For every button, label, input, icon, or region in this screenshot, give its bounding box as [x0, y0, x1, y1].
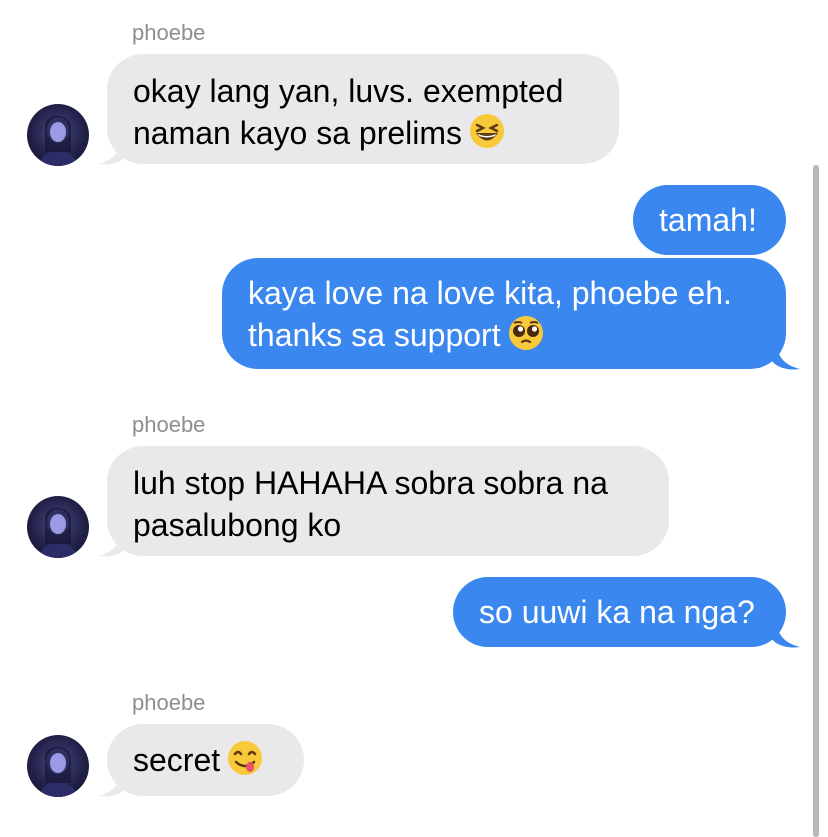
- message-bubble-outgoing[interactable]: tamah!: [633, 185, 786, 255]
- avatar[interactable]: [27, 496, 89, 558]
- message-bubble-incoming[interactable]: secret: [107, 724, 304, 796]
- message-text: so uuwi ka na nga?: [479, 594, 755, 630]
- message-text: kaya love na love kita, phoebe eh.: [248, 275, 732, 311]
- scrollbar[interactable]: [813, 165, 819, 837]
- avatar-photo-icon: [39, 746, 77, 797]
- message-text: naman kayo sa prelims: [133, 112, 593, 154]
- sender-label: phoebe: [132, 690, 206, 715]
- face-savoring-food-icon: [228, 741, 263, 775]
- message-text: luh stop HAHAHA sobra sobra na: [133, 465, 608, 501]
- bubble-tail: [98, 530, 126, 557]
- message-text: okay lang yan, luvs. exempted: [133, 73, 564, 109]
- message-text: pasalubong ko: [133, 507, 342, 543]
- sender-label: phoebe: [132, 412, 206, 437]
- message-bubble-incoming[interactable]: luh stop HAHAHA sobra sobra na pasalubon…: [107, 446, 669, 556]
- avatar-photo-icon: [39, 115, 77, 166]
- bubble-tail: [772, 343, 800, 370]
- message-bubble-incoming[interactable]: okay lang yan, luvs. exempted naman kayo…: [107, 54, 619, 164]
- message-bubble-outgoing[interactable]: so uuwi ka na nga?: [453, 577, 786, 647]
- pleading-face-icon: [508, 316, 543, 350]
- avatar[interactable]: [27, 104, 89, 166]
- message-text: tamah!: [659, 202, 757, 238]
- sender-label: phoebe: [132, 20, 206, 45]
- bubble-tail: [772, 621, 800, 648]
- avatar[interactable]: [27, 735, 89, 797]
- message-text: thanks sa support: [248, 314, 760, 356]
- bubble-tail: [98, 770, 126, 797]
- avatar-photo-icon: [39, 507, 77, 558]
- grinning-squinting-face-icon: [470, 114, 505, 148]
- bubble-tail: [98, 138, 126, 165]
- message-text: secret: [133, 739, 278, 781]
- message-bubble-outgoing[interactable]: kaya love na love kita, phoebe eh. thank…: [222, 258, 786, 369]
